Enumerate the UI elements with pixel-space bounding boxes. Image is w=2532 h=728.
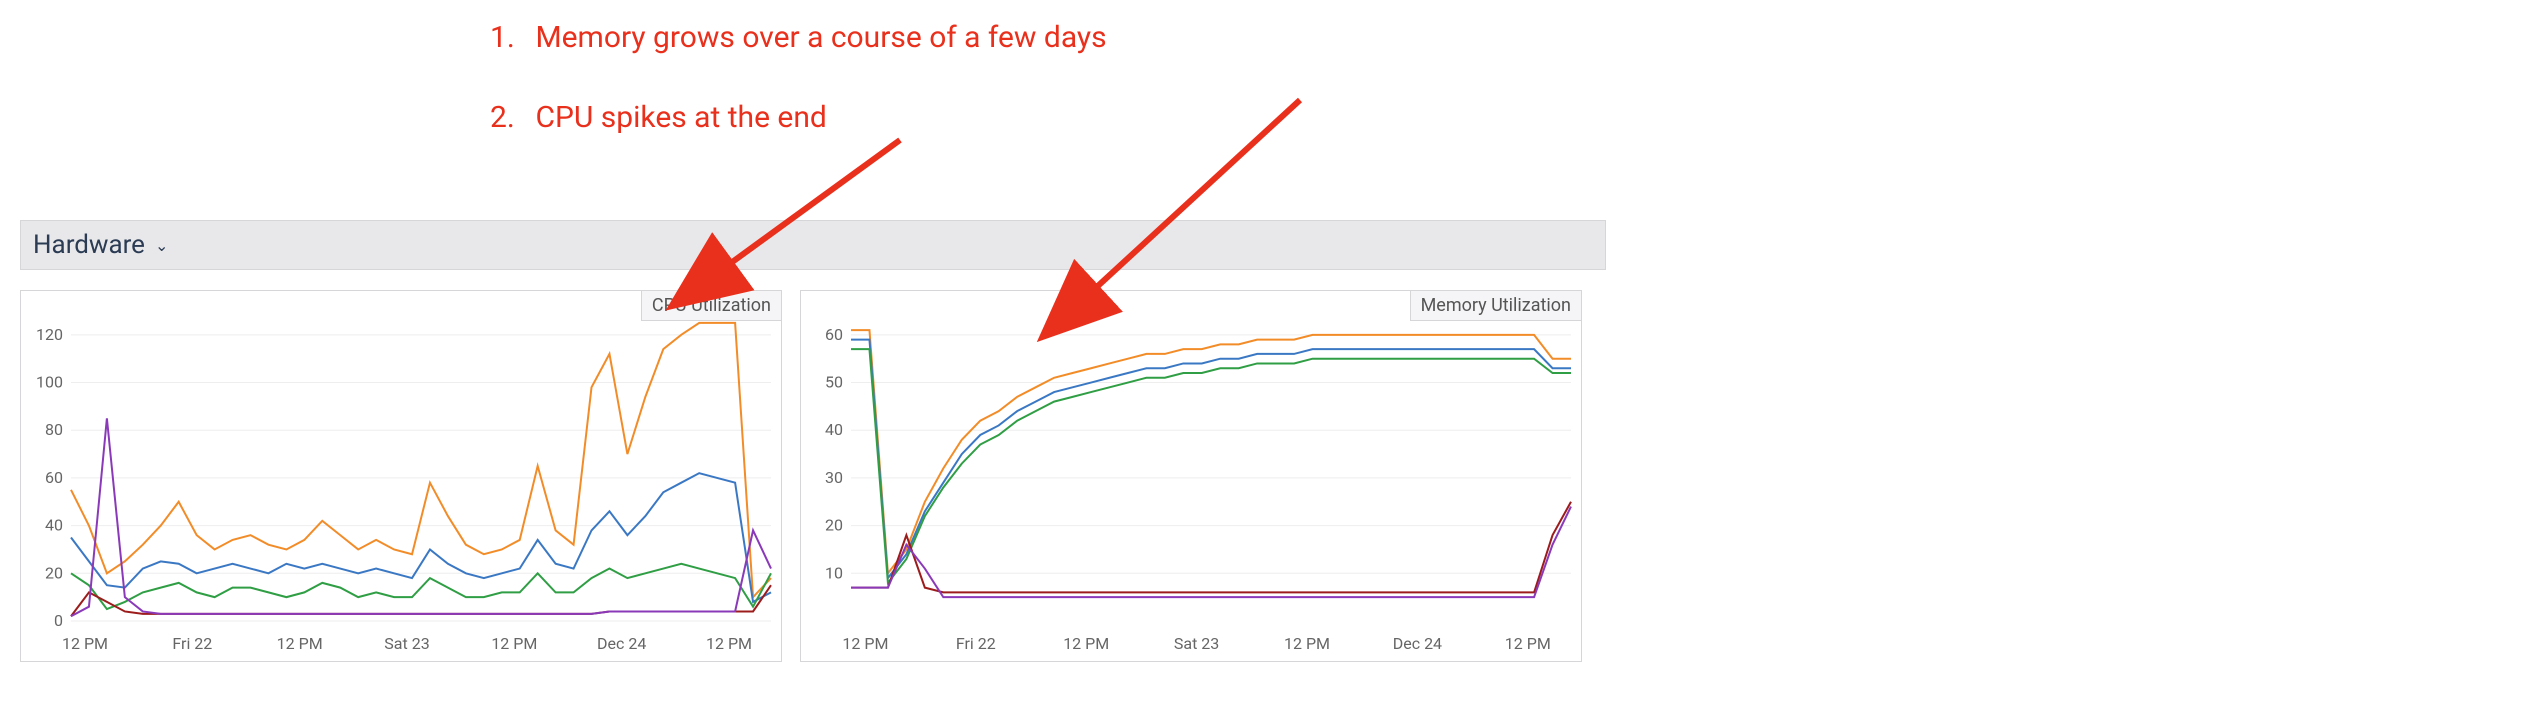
svg-text:100: 100 [36, 373, 63, 392]
section-header-hardware[interactable]: Hardware ⌄ [20, 220, 1606, 270]
svg-text:20: 20 [825, 516, 843, 535]
chart-cpu-plot: 0 20 40 60 80 100 120 12 PM Fri 22 12 PM Sat 23 12 … [21, 291, 781, 661]
chart-cpu-badge: CPU Utilization [641, 290, 782, 321]
annotation-1: 1. Memory grows over a course of a few d… [490, 20, 1107, 56]
svg-text:12 PM: 12 PM [1505, 634, 1551, 653]
svg-text:40: 40 [45, 516, 63, 535]
chart-memory-plot: 10 20 30 40 50 60 12 PM Fri 22 12 PM Sat 23 12 PM D… [801, 291, 1581, 661]
chart-memory[interactable]: Memory Utilization 10 20 30 40 50 60 12 PM Fri … [800, 290, 1582, 662]
svg-text:10: 10 [825, 563, 843, 582]
chart-cpu[interactable]: CPU Utilization 0 20 40 60 80 100 120 12 PM Fri … [20, 290, 782, 662]
svg-text:80: 80 [45, 420, 63, 439]
chart-memory-badge: Memory Utilization [1410, 290, 1582, 321]
svg-text:20: 20 [45, 563, 63, 582]
svg-text:12 PM: 12 PM [1063, 634, 1109, 653]
svg-text:Sat 23: Sat 23 [384, 634, 429, 653]
svg-text:30: 30 [825, 468, 843, 487]
svg-text:12 PM: 12 PM [1284, 634, 1330, 653]
svg-text:Fri 22: Fri 22 [172, 634, 212, 653]
section-title: Hardware [33, 230, 145, 260]
svg-text:12 PM: 12 PM [62, 634, 108, 653]
svg-text:60: 60 [45, 468, 63, 487]
svg-text:Dec 24: Dec 24 [597, 634, 646, 653]
svg-text:12 PM: 12 PM [842, 634, 888, 653]
svg-text:50: 50 [825, 373, 843, 392]
annotation-1-text: Memory grows over a course of a few days [535, 20, 1106, 55]
svg-text:Dec 24: Dec 24 [1393, 634, 1442, 653]
svg-text:12 PM: 12 PM [491, 634, 537, 653]
svg-text:120: 120 [36, 325, 63, 344]
svg-text:40: 40 [825, 420, 843, 439]
svg-text:60: 60 [825, 325, 843, 344]
annotation-2-text: CPU spikes at the end [535, 100, 826, 135]
svg-text:0: 0 [54, 611, 63, 630]
annotation-2-number: 2. [490, 100, 528, 136]
svg-text:Sat 23: Sat 23 [1174, 634, 1219, 653]
svg-text:12 PM: 12 PM [277, 634, 323, 653]
annotation-1-number: 1. [490, 20, 528, 56]
annotation-2: 2. CPU spikes at the end [490, 100, 827, 136]
svg-text:Fri 22: Fri 22 [956, 634, 996, 653]
svg-text:12 PM: 12 PM [706, 634, 752, 653]
chevron-down-icon: ⌄ [155, 236, 168, 255]
